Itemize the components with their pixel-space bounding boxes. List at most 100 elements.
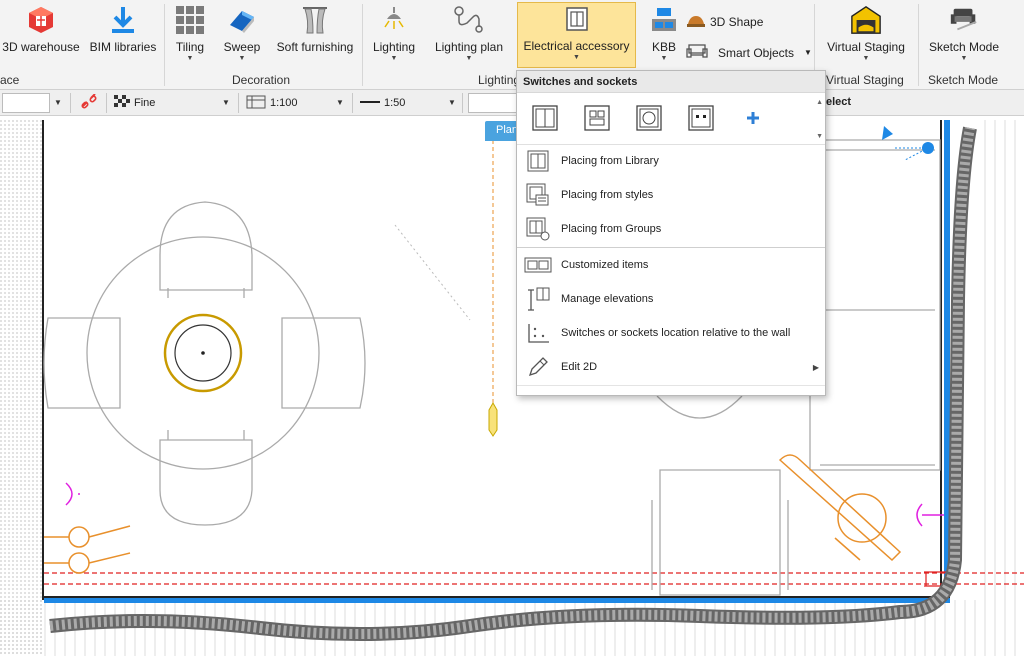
soft-furnishing-label: Soft furnishing xyxy=(276,40,354,54)
kbb-label: KBB xyxy=(651,40,676,54)
tiling-button[interactable]: Tiling ▼ xyxy=(168,4,212,66)
scroll-up-icon[interactable]: ▲ xyxy=(816,99,823,106)
socket-symbol[interactable] xyxy=(65,482,80,506)
download-icon xyxy=(107,4,139,36)
bim-libraries-label: BIM libraries xyxy=(89,40,157,54)
scale-select-primary[interactable]: 1:100 xyxy=(246,94,298,112)
menu-item-customized-items[interactable]: Customized items xyxy=(517,249,825,281)
plan-canvas[interactable] xyxy=(0,117,1024,656)
menu-item-manage-elevations[interactable]: Manage elevations xyxy=(517,283,825,315)
fill-label: Fine xyxy=(134,97,156,109)
chevron-down-icon: ▼ xyxy=(238,55,246,62)
add-icon[interactable] xyxy=(737,102,769,134)
scale-select-secondary[interactable]: 1:50 xyxy=(360,94,405,112)
chevron-down-icon: ▼ xyxy=(862,55,870,62)
line-weight-icon xyxy=(360,97,380,110)
bim-libraries-button[interactable]: BIM libraries xyxy=(86,4,160,66)
toolbar-separator xyxy=(106,93,107,113)
camera-icon[interactable] xyxy=(882,126,893,140)
kbb-button[interactable]: KBB ▼ xyxy=(646,4,682,66)
socket-symbol[interactable] xyxy=(916,503,944,527)
chevron-down-icon: ▼ xyxy=(960,55,968,62)
lighting-plan-label: Lighting plan xyxy=(434,40,504,54)
soft-furnishing-button[interactable]: Soft furnishing xyxy=(272,4,358,66)
toolbar-separator xyxy=(462,93,463,113)
checker-icon xyxy=(114,94,130,112)
single-switch-icon[interactable] xyxy=(529,102,561,134)
menu-item-label: Placing from styles xyxy=(561,189,654,201)
3d-warehouse-button[interactable]: 3D warehouse xyxy=(0,4,82,66)
menu-item-placing-from-library[interactable]: Placing from Library xyxy=(517,145,825,177)
wall-hatch xyxy=(0,600,44,656)
3d-shape-label: 3D Shape xyxy=(710,14,764,29)
electrical-accessory-button[interactable]: Electrical accessory ▼ xyxy=(517,2,636,68)
property-toolbar: ▼ Fine ▼ 1:100 ▼ 1:50 ▼ xyxy=(0,90,1024,116)
chevron-down-icon[interactable]: ▼ xyxy=(222,98,230,107)
winding-path-inner xyxy=(49,127,975,640)
plan-tab[interactable]: Plan xyxy=(485,121,519,141)
sketch-mode-button[interactable]: Sketch Mode ▼ xyxy=(924,4,1004,66)
chevron-down-icon[interactable]: ▼ xyxy=(448,98,456,107)
toolbar-separator xyxy=(70,93,71,113)
double-socket-icon[interactable] xyxy=(581,102,613,134)
chevron-down-icon[interactable]: ▼ xyxy=(336,98,344,107)
link-button[interactable] xyxy=(80,92,98,112)
blue-wall xyxy=(44,598,950,603)
3d-shape-icon xyxy=(686,12,706,31)
layer-select[interactable] xyxy=(2,93,50,113)
toolbar-separator xyxy=(352,93,353,113)
tiling-icon xyxy=(174,4,206,36)
menu-item-label: Switches or sockets location relative to… xyxy=(561,327,791,339)
scroll-down-icon[interactable]: ▼ xyxy=(816,133,823,140)
customized-icon xyxy=(523,252,553,278)
lighting-plan-icon xyxy=(453,4,485,36)
dual-point-socket-icon[interactable] xyxy=(685,102,717,134)
sweep-label: Sweep xyxy=(223,40,261,54)
group-label-sketch-mode: Sketch Mode xyxy=(928,73,999,87)
group-separator xyxy=(164,4,165,86)
sofa-icon xyxy=(686,42,708,63)
library-icon xyxy=(523,148,553,174)
3d-shape-button[interactable]: 3D Shape xyxy=(686,12,763,31)
menu-item-label: Customized items xyxy=(561,259,649,271)
switch-symbols[interactable] xyxy=(44,454,902,574)
switch-icon xyxy=(561,3,593,35)
ceiling-lamp-icon xyxy=(378,4,410,36)
scale1-label: 1:100 xyxy=(270,97,298,109)
sweep-button[interactable]: Sweep ▼ xyxy=(220,4,264,66)
lighting-button[interactable]: Lighting ▼ xyxy=(366,4,422,66)
virtual-staging-button[interactable]: Virtual Staging ▼ xyxy=(822,4,910,66)
wall-line xyxy=(44,596,950,598)
menu-item-placing-from-groups[interactable]: Placing from Groups xyxy=(517,213,825,245)
curtain-icon xyxy=(299,4,331,36)
floor-plan-drawing xyxy=(0,120,1024,656)
scale-icon xyxy=(246,94,266,113)
group-label-lighting: Lighting xyxy=(478,73,521,87)
red-dashed-line xyxy=(44,572,1024,585)
lighting-plan-button[interactable]: Lighting plan ▼ xyxy=(428,4,510,66)
group-label-decoration: Decoration xyxy=(232,73,291,87)
smart-objects-button[interactable]: Smart Objects ▼ xyxy=(686,42,812,63)
light-fixture[interactable] xyxy=(488,401,498,437)
chevron-down-icon: ▼ xyxy=(573,54,580,61)
toolbar-separator xyxy=(238,93,239,113)
menu-separator xyxy=(517,247,825,248)
fill-select[interactable]: Fine xyxy=(114,94,155,112)
chevron-down-icon: ▼ xyxy=(186,55,194,62)
menu-item-label: Manage elevations xyxy=(561,293,654,305)
group-label-virtual-staging: Virtual Staging xyxy=(826,73,904,87)
menu-item-placing-from-styles[interactable]: Placing from styles xyxy=(517,179,825,211)
menu-item-edit-2d[interactable]: Edit 2D ▶ xyxy=(517,351,825,383)
menu-item-label: Edit 2D xyxy=(561,361,598,373)
round-socket-icon[interactable] xyxy=(633,102,665,134)
chevron-down-icon[interactable]: ▼ xyxy=(54,98,62,107)
group-separator xyxy=(362,4,363,86)
sketch-icon xyxy=(948,4,980,36)
menu-item-label: Placing from Groups xyxy=(561,223,662,235)
tiling-label: Tiling xyxy=(175,40,205,54)
virtual-staging-label: Virtual Staging xyxy=(827,40,905,54)
group-separator xyxy=(918,4,919,86)
toolbar-text-input[interactable] xyxy=(468,93,518,113)
left-wall xyxy=(0,120,42,656)
menu-item-wall-location[interactable]: Switches or sockets location relative to… xyxy=(517,317,825,349)
